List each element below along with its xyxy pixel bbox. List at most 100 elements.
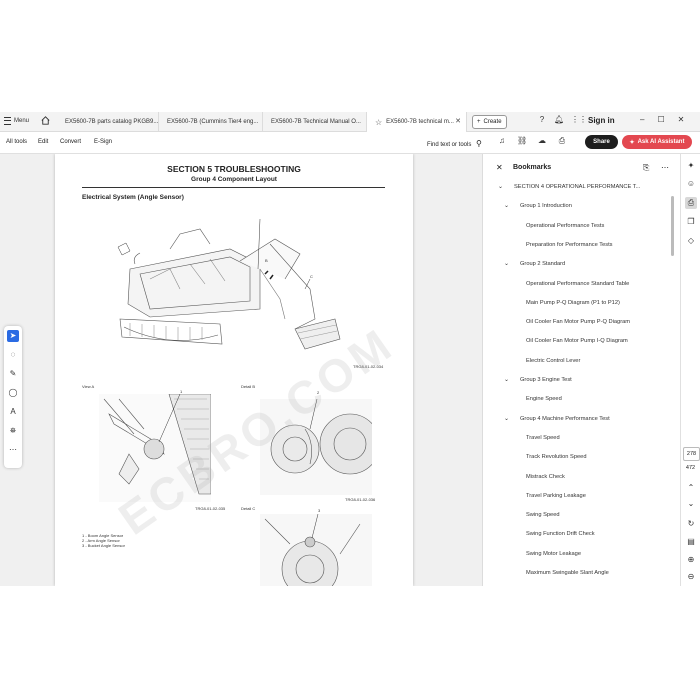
scroll-up-icon[interactable]: ⌃ bbox=[685, 482, 697, 494]
ai-sparkle-icon: ✦ bbox=[629, 139, 635, 146]
pdf-page: SECTION 5 TROUBLESHOOTING Group 4 Compon… bbox=[55, 154, 413, 586]
total-pages: 472 bbox=[685, 465, 696, 471]
lasso-icon[interactable]: ◯ bbox=[7, 387, 19, 399]
expand-chevron-icon[interactable]: ⌄ bbox=[498, 183, 503, 190]
bookmark-item[interactable]: Operational Performance Standard Table bbox=[526, 281, 629, 287]
bookmark-item[interactable]: Maximum Swingable Slant Angle bbox=[526, 570, 609, 576]
bookmark-item[interactable]: Swing Function Drift Check bbox=[526, 531, 595, 537]
expand-chevron-icon[interactable]: ⌄ bbox=[504, 260, 509, 267]
tab-cummins[interactable]: EX5600-7B (Cummins Tier4 eng... bbox=[159, 112, 263, 131]
find-label: Find text or tools bbox=[427, 142, 472, 148]
tab-parts-catalog[interactable]: EX5600-7B parts catalog PKGB9... bbox=[57, 112, 159, 131]
pdf-viewer-app: Menu EX5600-7B parts catalog PKGB9... EX… bbox=[0, 112, 700, 586]
bookmark-item[interactable]: SECTION 4 OPERATIONAL PERFORMANCE T... bbox=[514, 184, 640, 190]
detail-c-label: Detail C bbox=[241, 506, 256, 511]
title-rule bbox=[82, 187, 385, 188]
tab-technical-manual[interactable]: EX5600-7B Technical Manual O... bbox=[263, 112, 367, 131]
bookmark-item[interactable]: Swing Speed bbox=[526, 512, 560, 518]
expand-chevron-icon[interactable]: ⌄ bbox=[504, 415, 509, 422]
apps-grid-icon[interactable]: ⋮⋮ bbox=[571, 115, 587, 125]
menu-button[interactable]: Menu bbox=[4, 117, 29, 125]
bookmark-item[interactable]: Mistrack Check bbox=[526, 474, 565, 480]
tab-bar: Menu EX5600-7B parts catalog PKGB9... EX… bbox=[0, 112, 700, 132]
page-title: SECTION 5 TROUBLESHOOTING bbox=[167, 164, 301, 174]
bookmark-item[interactable]: Travel Speed bbox=[526, 435, 560, 441]
figure-code-2: TRG8-01-02-035 bbox=[195, 506, 226, 511]
bookmark-icon[interactable]: ⎙ bbox=[685, 197, 697, 209]
pages-icon[interactable]: ❐ bbox=[685, 216, 697, 228]
window-close-icon[interactable]: ✕ bbox=[678, 115, 685, 124]
quick-tools-strip: ➤ ◌ ✎ ◯ A ⛯ ⋯ bbox=[4, 326, 22, 468]
pen-icon[interactable]: ✎ bbox=[7, 368, 19, 380]
bookmark-item[interactable]: Oil Cooler Fan Motor Pump I-Q Diagram bbox=[526, 338, 628, 344]
bookmark-item[interactable]: Swing Motor Leakage bbox=[526, 551, 581, 557]
expand-chevron-icon[interactable]: ⌄ bbox=[504, 202, 509, 209]
convert-menu[interactable]: Convert bbox=[60, 139, 81, 145]
bookmark-item[interactable]: Group 3 Engine Test bbox=[520, 377, 572, 383]
share-button[interactable]: Share bbox=[585, 135, 618, 149]
find-text-button[interactable]: Find text or tools ⚲ bbox=[427, 139, 482, 148]
text-box-icon[interactable]: A bbox=[7, 406, 19, 418]
bookmark-item[interactable]: Group 1 Introduction bbox=[520, 203, 572, 209]
bookmark-item[interactable]: Operational Performance Tests bbox=[526, 223, 604, 229]
sign-in-button[interactable]: Sign in bbox=[588, 116, 615, 125]
scroll-down-icon[interactable]: ⌄ bbox=[685, 498, 697, 510]
current-page-field[interactable]: 278 bbox=[683, 447, 700, 461]
more-options-icon[interactable]: ⋯ bbox=[661, 163, 669, 172]
zoom-out-icon[interactable]: ⊖ bbox=[685, 571, 697, 583]
more-tools-icon[interactable]: ⋯ bbox=[7, 444, 19, 456]
figure-code-3: TRG8-01-02-036 bbox=[345, 497, 376, 502]
page-save-icon[interactable]: ▤ bbox=[685, 536, 697, 548]
help-icon[interactable]: ? bbox=[537, 115, 547, 125]
detail-c-illustration bbox=[260, 514, 372, 586]
link-icon[interactable]: ⛓ bbox=[517, 136, 527, 146]
legend-item: 3 - Bucket Angle Sensor bbox=[82, 543, 125, 549]
comment-icon[interactable]: ☺ bbox=[685, 178, 697, 190]
detail-b-label: Detail B bbox=[241, 384, 256, 389]
upload-cloud-icon[interactable]: ☁ bbox=[537, 136, 547, 146]
expand-chevron-icon[interactable]: ⌄ bbox=[504, 376, 509, 383]
select-cursor-icon[interactable]: ➤ bbox=[7, 330, 19, 342]
layers-icon[interactable]: ◇ bbox=[685, 235, 697, 247]
home-icon[interactable] bbox=[40, 115, 51, 126]
edit-menu[interactable]: Edit bbox=[38, 139, 48, 145]
bookmark-item[interactable]: Travel Parking Leakage bbox=[526, 493, 586, 499]
right-rail: ✦ ☺ ⎙ ❐ ◇ 278 472 ⌃ ⌄ ↻ ▤ ⊕ ⊖ bbox=[680, 154, 700, 586]
document-viewer[interactable]: SECTION 5 TROUBLESHOOTING Group 4 Compon… bbox=[0, 154, 482, 586]
close-icon[interactable]: ✕ bbox=[455, 117, 461, 125]
scrollbar[interactable] bbox=[671, 196, 674, 256]
zoom-in-icon[interactable]: ⊕ bbox=[685, 554, 697, 566]
stamp-icon[interactable]: ⛯ bbox=[7, 425, 19, 437]
bookmark-item[interactable]: Track Revolution Speed bbox=[526, 454, 587, 460]
sparkle-ai-icon[interactable]: ✦ bbox=[685, 160, 697, 172]
add-comment-icon[interactable]: ◌ bbox=[7, 349, 19, 361]
bookmark-add-icon[interactable]: ⎘ bbox=[643, 163, 649, 173]
close-panel-icon[interactable]: ✕ bbox=[496, 163, 503, 172]
bookmark-item[interactable]: Main Pump P-Q Diagram (P1 to P12) bbox=[526, 300, 620, 306]
section-heading: Electrical System (Angle Sensor) bbox=[82, 194, 184, 201]
tab-label: EX5600-7B technical m... bbox=[386, 119, 454, 125]
bookmark-item[interactable]: Group 2 Standard bbox=[520, 261, 565, 267]
tab-label: EX5600-7B (Cummins Tier4 eng... bbox=[167, 118, 259, 125]
rotate-icon[interactable]: ↻ bbox=[685, 518, 697, 530]
all-tools-menu[interactable]: All tools bbox=[6, 139, 27, 145]
plus-icon: + bbox=[477, 119, 481, 125]
bookmark-item[interactable]: Oil Cooler Fan Motor Pump P-Q Diagram bbox=[526, 319, 630, 325]
star-icon[interactable]: ☆ bbox=[375, 118, 382, 127]
tab-label: EX5600-7B Technical Manual O... bbox=[271, 118, 361, 125]
bookmark-item[interactable]: Engine Speed bbox=[526, 396, 562, 402]
callout-c: C bbox=[310, 274, 313, 279]
component-legend: 1 - Boom Angle Sensor 2 - Arm Angle Sens… bbox=[82, 533, 125, 549]
print-icon[interactable]: ⎙ bbox=[557, 136, 567, 146]
bookmark-item[interactable]: Preparation for Performance Tests bbox=[526, 242, 613, 248]
bookmark-item[interactable]: Electric Control Lever bbox=[526, 358, 580, 364]
maximize-icon[interactable]: ☐ bbox=[657, 115, 664, 124]
headphones-icon[interactable]: ♫ bbox=[497, 136, 507, 146]
bookmark-item[interactable]: Group 4 Machine Performance Test bbox=[520, 416, 610, 422]
ask-ai-button[interactable]: ✦ Ask AI Assistant bbox=[622, 135, 692, 149]
minimize-icon[interactable]: – bbox=[640, 115, 644, 124]
create-button[interactable]: + Create bbox=[472, 115, 507, 129]
tab-active-technical[interactable]: ☆ EX5600-7B technical m... ✕ bbox=[367, 112, 467, 132]
esign-menu[interactable]: E-Sign bbox=[94, 139, 112, 145]
bell-icon[interactable]: 🔔︎ bbox=[554, 115, 564, 125]
